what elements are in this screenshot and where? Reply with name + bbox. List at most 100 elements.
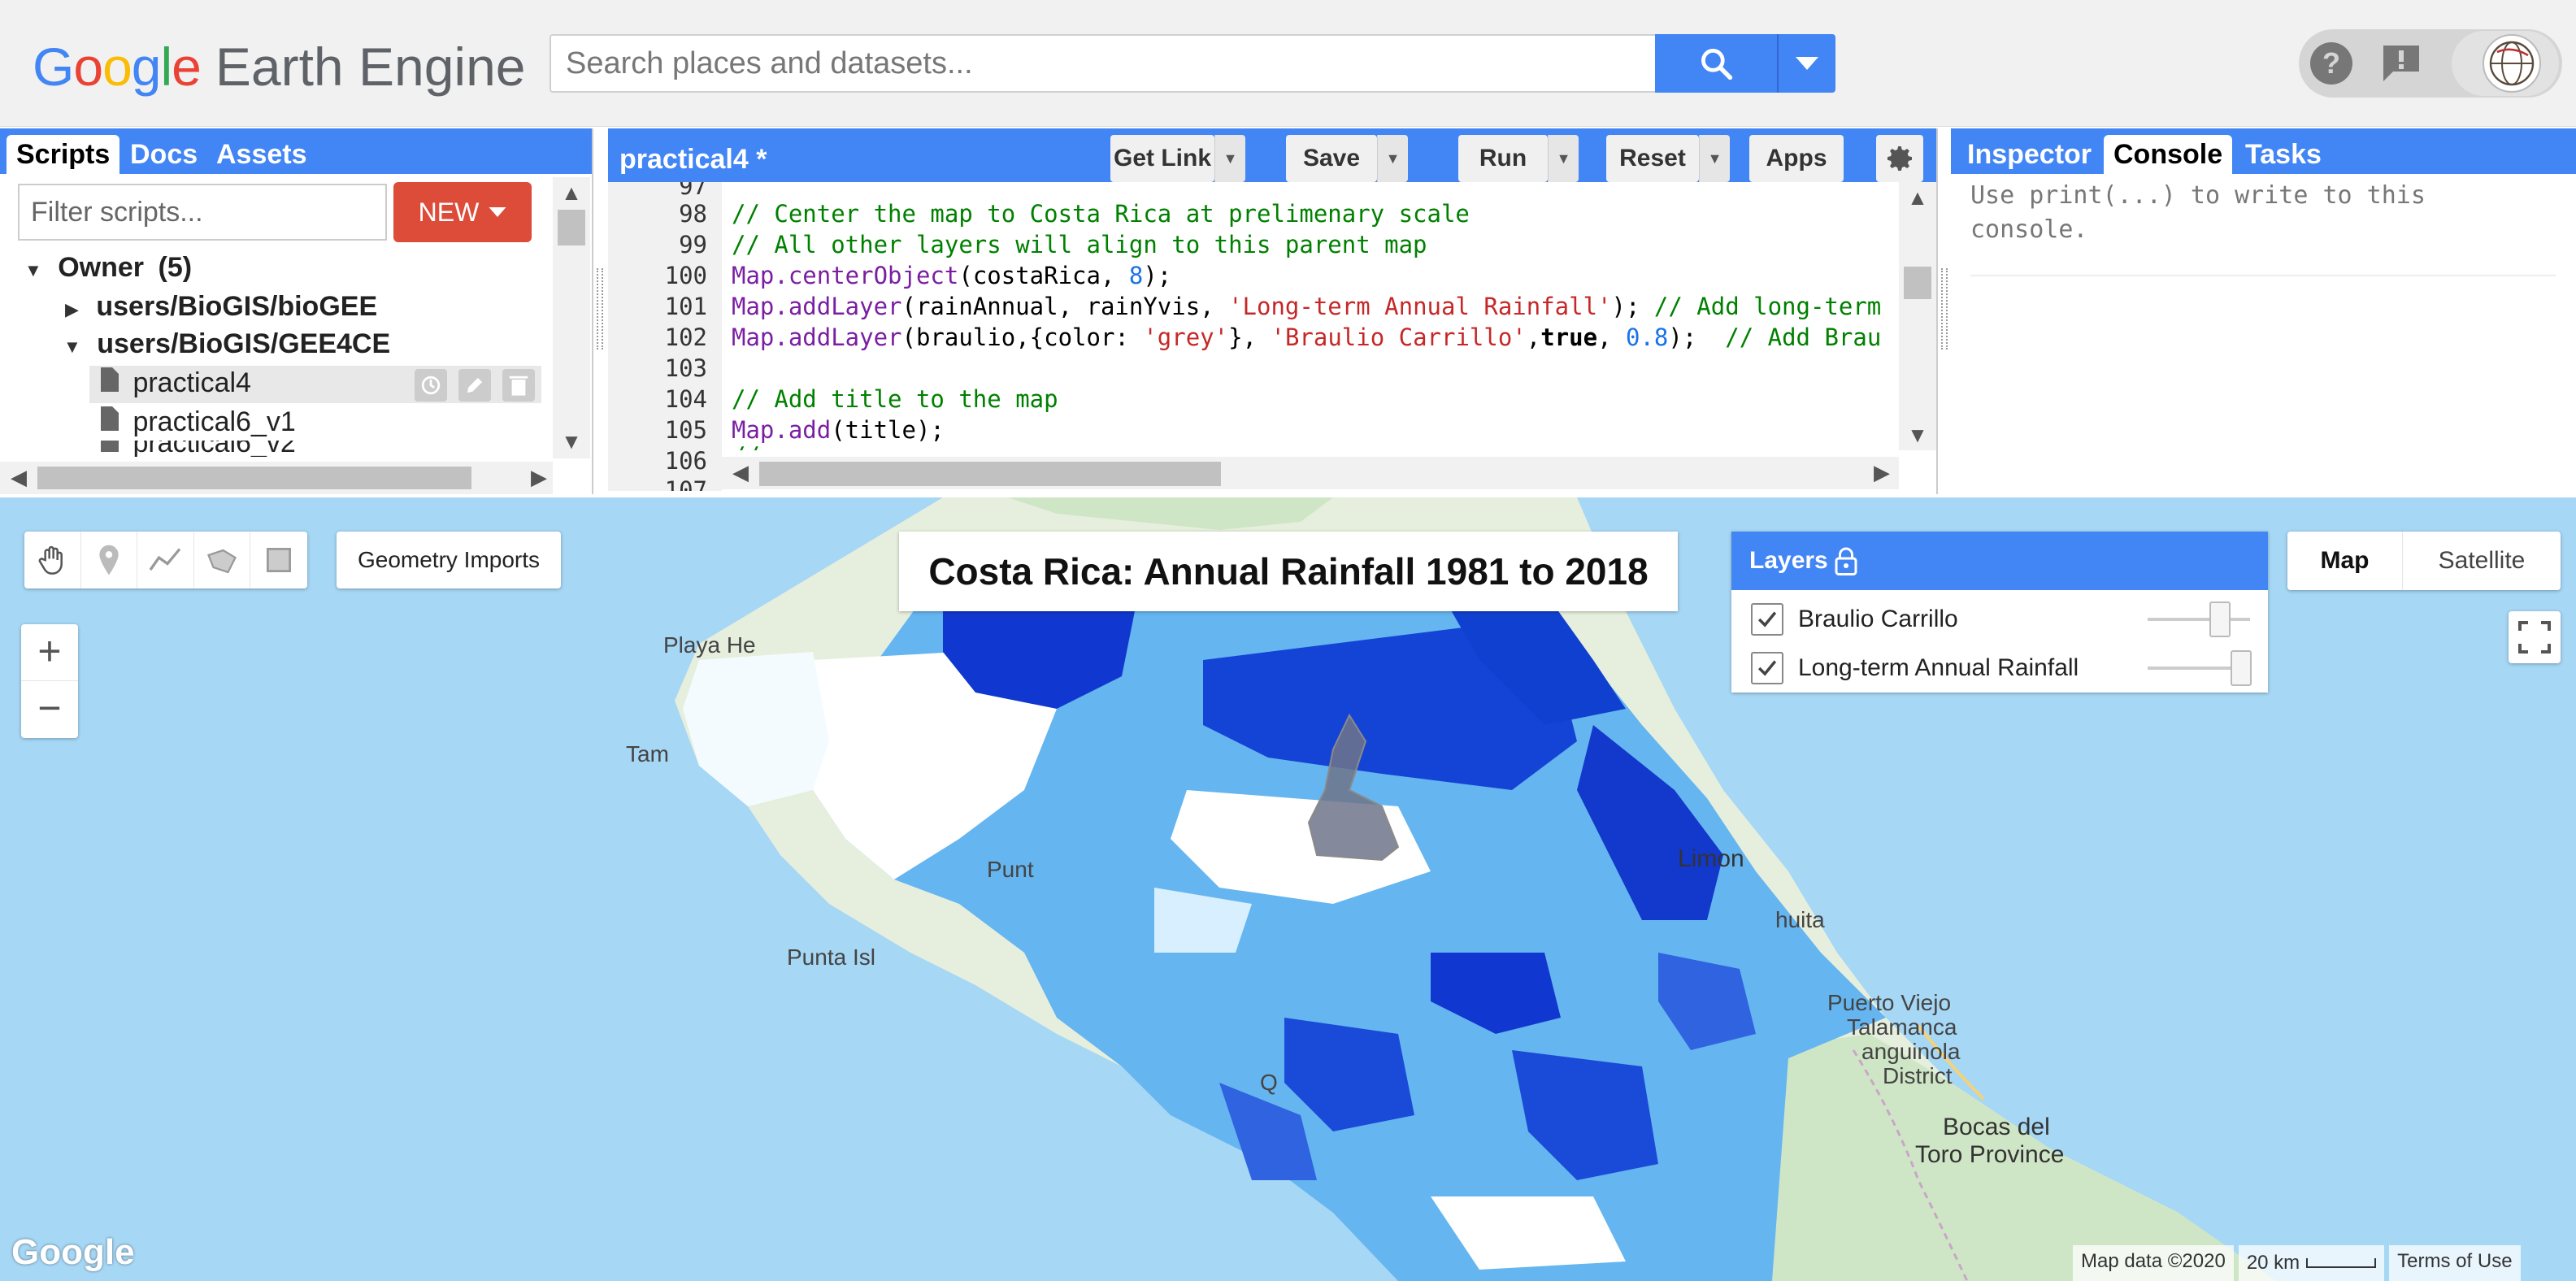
code-line[interactable]: Map.add(title); bbox=[732, 416, 945, 444]
scroll-left-arrow[interactable]: ◀ bbox=[728, 460, 753, 484]
scroll-right-arrow[interactable]: ▶ bbox=[527, 465, 551, 489]
tree-owner[interactable]: ▼ Owner (5) bbox=[24, 249, 192, 289]
geometry-imports-button[interactable]: Geometry Imports bbox=[337, 532, 561, 588]
tree-file[interactable]: practical4 bbox=[101, 364, 251, 402]
scroll-down-arrow[interactable]: ▼ bbox=[1904, 423, 1931, 447]
map-type-satellite[interactable]: Satellite bbox=[2403, 532, 2561, 590]
editor-vertical-scrollbar[interactable] bbox=[1899, 182, 1936, 450]
product-name: Earth Engine bbox=[215, 37, 526, 97]
search-input[interactable] bbox=[551, 36, 1657, 91]
tab-inspector[interactable]: Inspector bbox=[1957, 135, 2101, 174]
tab-tasks[interactable]: Tasks bbox=[2235, 135, 2331, 174]
code-line[interactable]: // Add title to the map bbox=[732, 385, 1058, 413]
layer-checkbox[interactable] bbox=[1751, 603, 1783, 636]
scroll-up-arrow[interactable]: ▲ bbox=[1904, 185, 1931, 210]
run-button[interactable]: Run bbox=[1458, 135, 1548, 182]
layers-header[interactable]: Layers bbox=[1731, 532, 2268, 590]
code-line[interactable]: Map.addLayer(rainAnnual, rainYvis, 'Long… bbox=[732, 293, 1881, 320]
scroll-thumb[interactable] bbox=[558, 210, 585, 245]
code-line[interactable]: Map.addLayer(braulio,{color: 'grey'}, 'B… bbox=[732, 324, 1881, 351]
opacity-slider-track[interactable] bbox=[2148, 618, 2250, 621]
zoom-in-button[interactable]: + bbox=[21, 624, 78, 681]
opacity-slider-knob[interactable] bbox=[2231, 650, 2252, 686]
settings-button[interactable] bbox=[1876, 135, 1923, 182]
apps-button[interactable]: Apps bbox=[1749, 135, 1844, 182]
scale-bar[interactable]: 20 km bbox=[2238, 1245, 2385, 1281]
tab-console[interactable]: Console bbox=[2104, 135, 2233, 174]
left-panel-resize-handle[interactable] bbox=[597, 268, 603, 350]
scroll-down-arrow[interactable]: ▼ bbox=[558, 429, 585, 454]
map-type-map[interactable]: Map bbox=[2287, 532, 2403, 590]
tree-file[interactable]: practical6_v1 bbox=[101, 403, 296, 441]
lock-icon bbox=[1835, 547, 1857, 575]
save-button[interactable]: Save bbox=[1286, 135, 1377, 182]
map-view[interactable]: Playa He Tam Punt Punta Isl Limon huita … bbox=[0, 497, 2576, 1281]
scroll-up-arrow[interactable]: ▲ bbox=[558, 180, 585, 205]
code-line[interactable]: // bbox=[732, 442, 760, 450]
reset-button[interactable]: Reset bbox=[1606, 135, 1699, 182]
line-number: 105 bbox=[664, 416, 707, 444]
place-label: Bocas del bbox=[1943, 1114, 2050, 1140]
run-dropdown[interactable]: ▼ bbox=[1548, 135, 1579, 182]
google-watermark: Google bbox=[11, 1232, 135, 1272]
code-line[interactable]: // All other layers will align to this p… bbox=[732, 231, 1427, 258]
pan-tool[interactable] bbox=[24, 532, 81, 588]
draw-shape-tool[interactable] bbox=[194, 532, 251, 588]
draw-rectangle-tool[interactable] bbox=[250, 532, 307, 588]
code-line[interactable]: Map.centerObject(costaRica, 8); bbox=[732, 262, 1171, 289]
delete-button[interactable] bbox=[502, 369, 535, 402]
layer-row[interactable]: Long-term Annual Rainfall bbox=[1731, 644, 2268, 693]
scale-ruler bbox=[2306, 1258, 2377, 1268]
tree-repo[interactable]: ▼ users/BioGIS/GEE4CE bbox=[63, 325, 390, 366]
layer-row[interactable]: Braulio Carrillo bbox=[1731, 595, 2268, 644]
filter-scripts-input[interactable] bbox=[20, 185, 385, 239]
scroll-thumb[interactable] bbox=[37, 467, 471, 489]
scroll-thumb[interactable] bbox=[759, 462, 1221, 486]
code-token: 'grey' bbox=[1143, 324, 1229, 351]
scripts-panel: Scripts Docs Assets NEW ▼ Owner (5) ▶ us… bbox=[0, 128, 593, 494]
console-hint: Use print(...) to write to this console. bbox=[1970, 181, 2426, 244]
polygon-icon bbox=[207, 549, 237, 574]
place-label: huita bbox=[1775, 907, 1825, 932]
code-area[interactable]: // Center the map to Costa Rica at preli… bbox=[732, 182, 1894, 450]
tree-file-clipped[interactable]: practical6_v2 bbox=[89, 441, 545, 457]
draw-line-tool[interactable] bbox=[137, 532, 194, 588]
reset-dropdown[interactable]: ▼ bbox=[1699, 135, 1730, 182]
terms-of-use-link[interactable]: Terms of Use bbox=[2389, 1245, 2521, 1281]
tab-scripts[interactable]: Scripts bbox=[7, 135, 120, 174]
script-title: practical4 * bbox=[619, 144, 767, 175]
opacity-slider-knob[interactable] bbox=[2209, 601, 2231, 637]
revision-history-button[interactable] bbox=[415, 369, 447, 402]
tree-repo[interactable]: ▶ users/BioGIS/bioGEE bbox=[65, 288, 377, 328]
new-button[interactable]: NEW bbox=[393, 182, 532, 242]
place-label: Limon bbox=[1678, 845, 1744, 872]
layer-checkbox[interactable] bbox=[1751, 652, 1783, 684]
search-options-button[interactable] bbox=[1777, 34, 1835, 93]
scroll-thumb[interactable] bbox=[1904, 267, 1931, 299]
save-dropdown[interactable]: ▼ bbox=[1377, 135, 1408, 182]
zoom-out-button[interactable]: − bbox=[21, 681, 78, 738]
map-data-attribution[interactable]: Map data ©2020 bbox=[2073, 1245, 2234, 1281]
scroll-right-arrow[interactable]: ▶ bbox=[1870, 460, 1894, 484]
drawing-tools bbox=[24, 532, 307, 588]
earth-engine-logo[interactable]: Google Earth Engine bbox=[33, 36, 526, 98]
scroll-left-arrow[interactable]: ◀ bbox=[7, 465, 31, 489]
search-box[interactable] bbox=[550, 34, 1657, 93]
code-line[interactable]: // Center the map to Costa Rica at preli… bbox=[732, 200, 1470, 228]
right-panel-resize-handle[interactable] bbox=[1941, 268, 1948, 350]
owner-count: (5) bbox=[158, 252, 193, 283]
feedback-button[interactable] bbox=[2377, 39, 2426, 88]
add-marker-tool[interactable] bbox=[81, 532, 138, 588]
fullscreen-button[interactable] bbox=[2509, 611, 2561, 663]
account-avatar[interactable] bbox=[2483, 34, 2541, 93]
place-label: anguinola bbox=[1861, 1039, 1961, 1064]
filter-scripts-box[interactable] bbox=[18, 184, 387, 241]
rename-button[interactable] bbox=[458, 369, 491, 402]
top-header: Google Earth Engine ? bbox=[0, 0, 2576, 127]
get-link-button[interactable]: Get Link bbox=[1110, 135, 1214, 182]
help-button[interactable]: ? bbox=[2307, 39, 2356, 88]
tab-assets[interactable]: Assets bbox=[206, 135, 317, 174]
search-button[interactable] bbox=[1655, 34, 1777, 93]
tab-docs[interactable]: Docs bbox=[120, 135, 207, 174]
get-link-dropdown[interactable]: ▼ bbox=[1214, 135, 1245, 182]
